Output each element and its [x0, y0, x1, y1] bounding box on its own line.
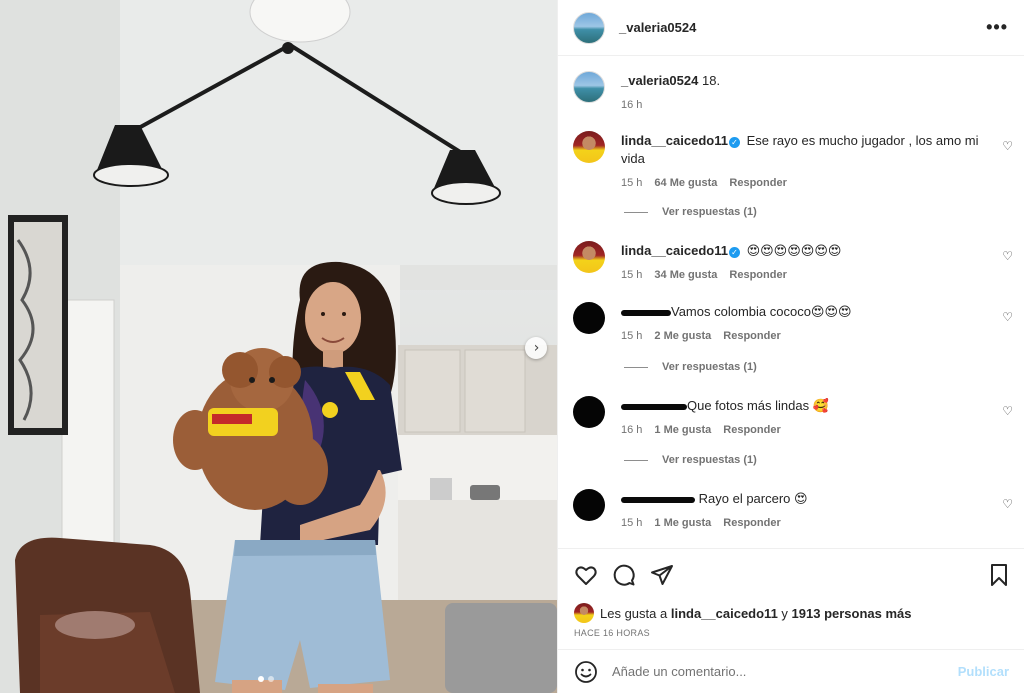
view-replies-button[interactable]: Ver respuestas (1) [624, 454, 757, 466]
bookmark-icon[interactable] [987, 563, 1011, 587]
comment-item: linda__caicedo11 ✓ Ese rayo es mucho juga… [573, 131, 1013, 191]
heart-icon[interactable]: ♡ [1002, 310, 1013, 324]
comment-input[interactable] [612, 664, 958, 679]
view-replies-label: Ver respuestas (1) [662, 361, 757, 373]
comment-time[interactable]: 15 h [621, 514, 642, 532]
author-username[interactable]: _valeria0524 [619, 20, 696, 35]
caption: _valeria0524 18. 16 h [573, 71, 1013, 111]
verified-badge-icon: ✓ [728, 247, 740, 258]
comment-time[interactable]: 16 h [621, 421, 642, 439]
comment-icon[interactable] [612, 563, 636, 587]
comment-likes[interactable]: 2 Me gusta [654, 327, 711, 345]
comment-body: Vamos colombia cococo😍😍😍 [671, 304, 852, 319]
author-avatar[interactable] [573, 11, 605, 44]
heart-icon[interactable] [574, 563, 598, 587]
comment-username[interactable]: linda__caicedo11 [621, 133, 728, 148]
heart-icon[interactable]: ♡ [1002, 497, 1013, 511]
comment-likes[interactable]: 1 Me gusta [654, 421, 711, 439]
redacted-username [621, 496, 695, 503]
emoji-icon[interactable] [574, 660, 598, 684]
comment-body: Que fotos más lindas 🥰 [687, 398, 829, 413]
comment-item: Vamos colombia cococo😍😍😍 15 h 2 Me gusta… [573, 302, 1013, 346]
comment-meta: 15 h 2 Me gusta Responder [621, 327, 987, 345]
comment-body: 😍😍😍😍😍😍😍 [746, 243, 842, 258]
liked-by-user[interactable]: linda__caicedo11 [671, 606, 778, 621]
post-side-panel: _valeria0524 ••• _valeria0524 18. 16 h l… [557, 0, 1024, 693]
verified-badge-icon: ✓ [728, 137, 740, 148]
liker-avatar[interactable] [574, 603, 594, 623]
liked-by-others[interactable]: 1913 personas más [792, 606, 912, 621]
liked-by-prefix: Les gusta a [600, 605, 668, 621]
post-photo[interactable]: › [0, 0, 557, 693]
redacted-username [621, 403, 687, 410]
replies-divider [624, 366, 648, 368]
comment-item: linda__caicedo11 ✓ 😍😍😍😍😍😍😍 15 h 34 Me gus… [573, 241, 1013, 285]
comment-text: Que fotos más lindas 🥰 [621, 397, 987, 415]
caption-body: 18. [701, 73, 721, 88]
liked-by-joiner: y [781, 605, 788, 621]
action-bar [574, 563, 1011, 589]
carousel-next-button[interactable]: › [525, 337, 547, 359]
comment-text: linda__caicedo11 ✓ 😍😍😍😍😍😍😍 [621, 242, 987, 260]
share-icon[interactable] [650, 563, 674, 587]
view-replies-button[interactable]: Ver respuestas (1) [624, 206, 757, 218]
reply-button[interactable]: Responder [729, 266, 786, 284]
caption-text: _valeria0524 18. [621, 72, 987, 90]
comment-time[interactable]: 15 h [621, 266, 642, 284]
heart-icon[interactable]: ♡ [1002, 404, 1013, 418]
commenter-avatar[interactable] [573, 489, 605, 521]
comment-meta: 15 h 1 Me gusta Responder [621, 514, 987, 532]
comment-text: linda__caicedo11 ✓ Ese rayo es mucho juga… [621, 132, 987, 168]
publish-button[interactable]: Publicar [958, 664, 1009, 679]
redacted-username [621, 309, 671, 316]
caption-avatar[interactable] [573, 71, 605, 103]
comment-time[interactable]: 15 h [621, 174, 642, 192]
comments-list[interactable]: _valeria0524 18. 16 h linda__caicedo11 ✓ … [558, 57, 1024, 547]
reply-button[interactable]: Responder [723, 421, 780, 439]
carousel-dot-active [258, 676, 264, 682]
liked-by: Les gusta a linda__caicedo11 y 1913 pers… [574, 603, 912, 623]
replies-divider [624, 459, 648, 461]
view-replies-label: Ver respuestas (1) [662, 206, 757, 218]
comment-body: Rayo el parcero 😍 [698, 491, 808, 506]
comment-item: Que fotos más lindas 🥰 16 h 1 Me gusta R… [573, 396, 1013, 440]
commenter-avatar[interactable] [573, 396, 605, 428]
replies-divider [624, 211, 648, 213]
reply-button[interactable]: Responder [723, 514, 780, 532]
comment-likes[interactable]: 64 Me gusta [654, 174, 717, 192]
commenter-avatar[interactable] [573, 241, 605, 273]
heart-icon[interactable]: ♡ [1002, 249, 1013, 263]
comment-likes[interactable]: 1 Me gusta [654, 514, 711, 532]
post-actions: Les gusta a linda__caicedo11 y 1913 pers… [558, 548, 1024, 648]
comment-composer: Publicar [558, 649, 1024, 693]
carousel-dots [258, 676, 274, 682]
view-replies-label: Ver respuestas (1) [662, 454, 757, 466]
comment-likes[interactable]: 34 Me gusta [654, 266, 717, 284]
comment-item: Rayo el parcero 😍 15 h 1 Me gusta Respon… [573, 489, 1013, 533]
chevron-right-icon: › [533, 340, 540, 356]
heart-icon[interactable]: ♡ [1002, 139, 1013, 153]
post-time-ago[interactable]: HACE 16 HORAS [574, 628, 650, 638]
caption-username[interactable]: _valeria0524 [621, 73, 698, 88]
comment-time[interactable]: 15 h [621, 327, 642, 345]
comment-text: Vamos colombia cococo😍😍😍 [621, 303, 987, 321]
more-options-icon[interactable]: ••• [986, 17, 1008, 38]
reply-button[interactable]: Responder [723, 327, 780, 345]
carousel-dot [268, 676, 274, 682]
comment-meta: 15 h 34 Me gusta Responder [621, 266, 987, 284]
comment-meta: 16 h 1 Me gusta Responder [621, 421, 987, 439]
photo-illustration [0, 0, 557, 693]
post-header: _valeria0524 ••• [558, 0, 1024, 56]
commenter-avatar[interactable] [573, 302, 605, 334]
view-replies-button[interactable]: Ver respuestas (1) [624, 361, 757, 373]
comment-meta: 15 h 64 Me gusta Responder [621, 174, 987, 192]
comment-text: Rayo el parcero 😍 [621, 490, 987, 508]
comment-username[interactable]: linda__caicedo11 [621, 243, 728, 258]
caption-meta: 16 h [621, 96, 987, 114]
commenter-avatar[interactable] [573, 131, 605, 163]
caption-time[interactable]: 16 h [621, 96, 642, 114]
reply-button[interactable]: Responder [729, 174, 786, 192]
